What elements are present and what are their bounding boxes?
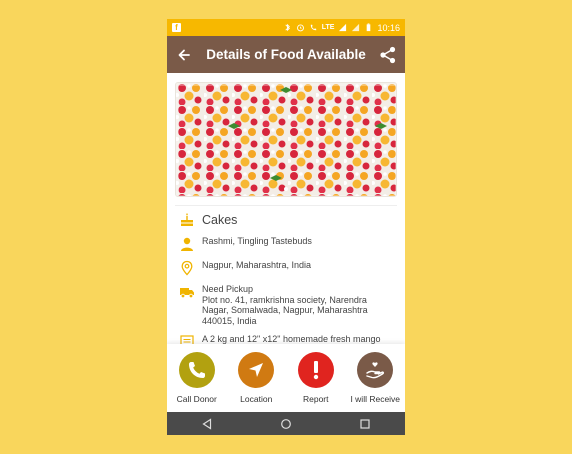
food-image-carousel[interactable] [175,82,397,197]
location-circle[interactable] [238,352,275,388]
phone-screen: f LTE 10:16 Details of Food Available Ca… [167,19,405,435]
hand-receive-icon [366,362,385,379]
food-description: A 2 kg and 12" x12" homemade fresh mango [202,334,381,344]
donor-name: Rashmi, Tingling Tastebuds [202,236,312,246]
report-circle[interactable] [297,352,334,388]
share-icon [380,46,396,63]
i-will-receive-button[interactable]: I will Receive [346,352,404,404]
signal-icon [339,23,347,32]
call-donor-circle[interactable] [178,352,215,388]
category-row: Cakes [179,212,393,228]
person-icon [181,237,193,251]
location-pin-icon [181,260,193,276]
report-label: Report [302,394,329,404]
network-type-label: LTE [321,24,335,31]
status-time: 10:16 [377,22,400,33]
alarm-icon [296,24,304,32]
donor-row: Rashmi, Tingling Tastebuds [179,236,393,252]
back-button[interactable] [175,46,193,64]
share-button[interactable] [379,46,397,64]
call-donor-button[interactable]: Call Donor [168,352,226,404]
truck-icon [180,288,194,299]
exclamation-icon [313,361,318,380]
signal-icon-2 [352,23,360,32]
carousel-dot [284,187,288,191]
i-will-receive-circle[interactable] [357,352,394,388]
location-row: Nagpur, Maharashtra, India [179,260,393,276]
carousel-indicator [284,187,288,191]
food-info-card: Cakes Rashmi, Tingling Tastebuds Nagpur,… [175,205,397,350]
call-donor-label: Call Donor [176,394,217,404]
cake-icon [181,213,193,226]
report-button[interactable]: Report [287,352,345,404]
phone-icon [188,362,205,378]
battery-icon [367,23,371,32]
nav-home-icon[interactable] [280,418,292,430]
page-title: Details of Food Available [206,47,366,62]
pickup-info: Need Pickup Plot no. 41, ramkrishna soci… [202,284,393,326]
app-bar: Details of Food Available [167,36,405,73]
nav-back-icon[interactable] [201,417,213,430]
food-category: Cakes [202,213,238,227]
pickup-row: Need Pickup Plot no. 41, ramkrishna soci… [179,284,393,326]
navigation-arrow-icon [249,363,264,377]
action-bar: Call Donor Location Report I will Receiv… [167,344,405,412]
arrow-back-icon [178,49,190,60]
call-icon [310,24,316,31]
status-bar: f LTE 10:16 [167,19,405,36]
nav-recents-icon[interactable] [359,418,371,430]
donor-city: Nagpur, Maharashtra, India [202,260,312,270]
facebook-icon: f [172,23,181,32]
pickup-address: Plot no. 41, ramkrishna society, Narendr… [202,294,368,326]
cake-photo [176,83,396,196]
details-content: Cakes Rashmi, Tingling Tastebuds Nagpur,… [167,73,405,382]
bluetooth-icon [285,23,290,32]
location-label: Location [240,394,273,404]
i-will-receive-label: I will Receive [350,394,401,404]
pickup-title: Need Pickup [202,284,254,294]
location-button[interactable]: Location [227,352,285,404]
system-nav-bar [167,412,405,435]
